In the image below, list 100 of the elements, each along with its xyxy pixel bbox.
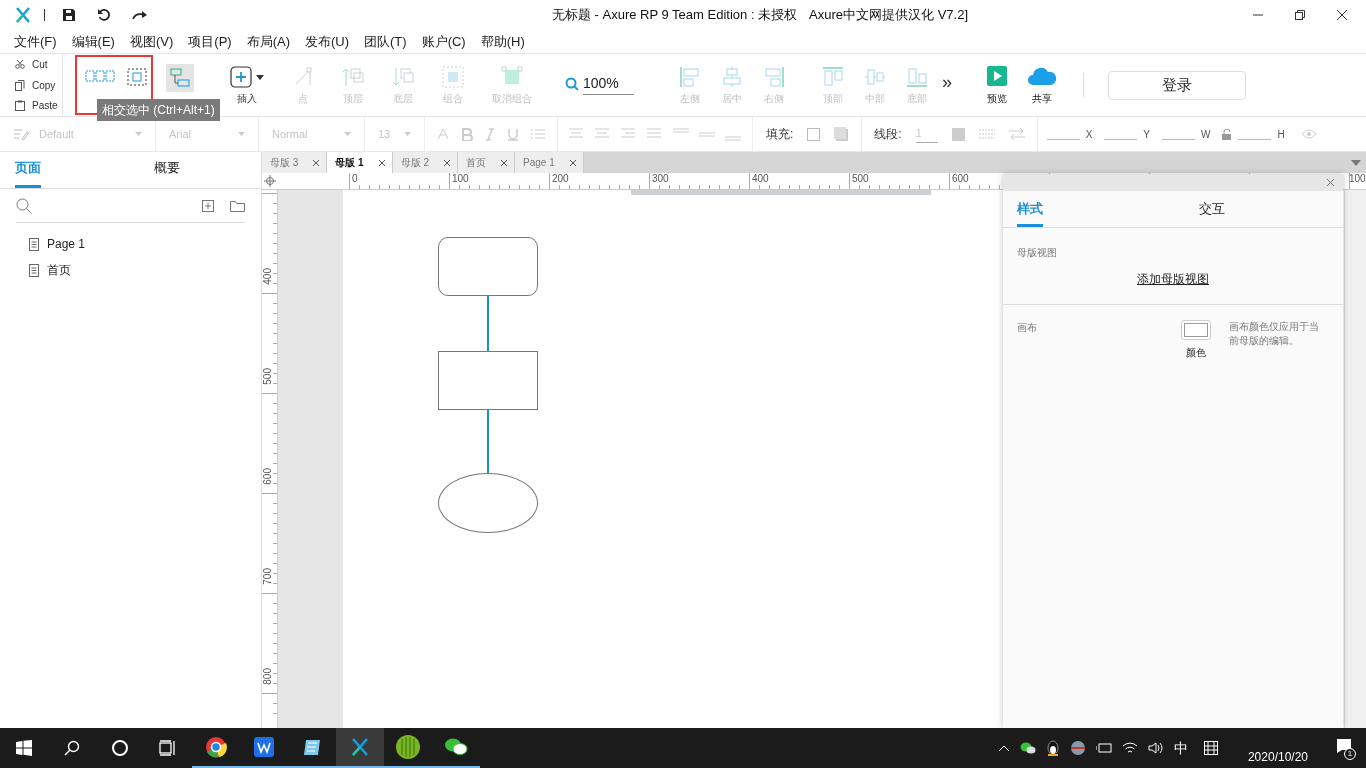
- globe-icon[interactable]: [1069, 740, 1086, 756]
- ruler-label: 400: [263, 268, 273, 285]
- battery-icon[interactable]: [1095, 742, 1112, 754]
- restore-icon[interactable]: [1294, 9, 1306, 21]
- document-tab[interactable]: Page 1: [515, 152, 584, 173]
- document-tab[interactable]: 母版 2: [392, 152, 459, 173]
- close-tab-icon[interactable]: [443, 158, 452, 167]
- back-icon: [392, 66, 414, 88]
- menu-item[interactable]: 帮助(H): [480, 31, 525, 52]
- align-middle-icon: [864, 66, 886, 88]
- notification-count: 1: [1344, 748, 1356, 760]
- fill-color-icon[interactable]: [807, 127, 821, 141]
- connector-tool-icon[interactable]: [166, 64, 194, 92]
- menu-item[interactable]: 团队(T): [364, 31, 407, 52]
- caret-icon: [404, 132, 411, 136]
- speaker-icon[interactable]: [1147, 741, 1164, 755]
- cut-button[interactable]: Cut: [0, 54, 62, 75]
- menu-item[interactable]: 文件(F): [14, 31, 57, 52]
- add-page-icon[interactable]: [202, 199, 214, 212]
- section-label: 画布: [1017, 321, 1038, 335]
- stroke-color-icon[interactable]: [951, 127, 965, 141]
- browser-icon: [205, 736, 227, 758]
- canvas-color-swatch[interactable]: [1180, 320, 1211, 340]
- input-method-indicator[interactable]: 中: [1173, 737, 1188, 759]
- rectangle-shape[interactable]: [438, 351, 538, 410]
- align-right-icon: [763, 66, 785, 88]
- preview-button[interactable]: 预览: [987, 66, 1007, 106]
- striped-ball-app-icon: [396, 735, 420, 759]
- align-top-icon: [822, 66, 844, 88]
- page-item[interactable]: Page 1: [0, 231, 261, 257]
- share-button[interactable]: 共享: [1027, 66, 1057, 106]
- intersect-select-icon[interactable]: [127, 68, 147, 86]
- search-icon[interactable]: [16, 197, 32, 214]
- caret-icon: [135, 132, 142, 136]
- ruler-label: 800: [263, 668, 273, 685]
- redo-icon[interactable]: [132, 9, 148, 21]
- preview-icon: [987, 66, 1007, 86]
- paste-icon: [15, 100, 25, 112]
- panel-tab[interactable]: 概要: [154, 152, 180, 188]
- coordinate-label: W: [1201, 127, 1211, 142]
- stroke-label: 线段:: [874, 126, 902, 143]
- ruler-label: 700: [263, 568, 273, 585]
- zoom-dropdown[interactable]: 100%: [583, 73, 634, 95]
- copy-button[interactable]: Copy: [0, 74, 62, 96]
- close-tab-icon[interactable]: [568, 158, 577, 167]
- keyboard-layout-icon[interactable]: [1203, 741, 1218, 755]
- page-item[interactable]: 首页: [0, 257, 261, 283]
- font-color-icon[interactable]: [437, 128, 449, 140]
- menu-item[interactable]: 账户(C): [421, 31, 466, 52]
- insert-icon: [230, 66, 252, 88]
- more-tools-button[interactable]: »: [942, 73, 952, 91]
- caret-icon: [238, 132, 245, 136]
- app-logo-icon: [15, 7, 31, 23]
- panel-tab[interactable]: 交互: [1199, 191, 1225, 227]
- ruler-origin-icon: [264, 175, 276, 187]
- menu-item[interactable]: 项目(P): [188, 31, 232, 52]
- document-tab[interactable]: 首页: [458, 152, 516, 173]
- caret-icon: [256, 74, 264, 80]
- chevron-up-icon[interactable]: [997, 744, 1010, 752]
- document-tab[interactable]: 母版 3: [262, 152, 328, 173]
- ruler-label: 200: [552, 174, 569, 184]
- notification-button[interactable]: 1: [1336, 738, 1356, 758]
- login-button[interactable]: 登录: [1108, 71, 1246, 100]
- circle-icon: [111, 739, 129, 757]
- ruler-label: 300: [652, 174, 669, 184]
- close-tab-icon[interactable]: [312, 158, 321, 167]
- front-icon: [342, 66, 364, 88]
- close-tab-icon[interactable]: [500, 158, 509, 167]
- taskbar-date[interactable]: 2020/10/20: [1247, 748, 1308, 766]
- add-master-view-link[interactable]: 添加母版视图: [1137, 270, 1209, 288]
- menu-item[interactable]: 发布(U): [305, 31, 350, 52]
- add-folder-icon[interactable]: [230, 199, 245, 212]
- cut-icon: [15, 59, 25, 70]
- lock-icon[interactable]: [1222, 128, 1233, 140]
- tooltip: 相交选中 (Ctrl+Alt+1): [97, 99, 220, 121]
- close-icon[interactable]: [1336, 9, 1348, 21]
- menu-item[interactable]: 布局(A): [246, 31, 290, 52]
- copy-icon: [15, 79, 25, 91]
- office-app-icon: [254, 737, 274, 757]
- document-tab[interactable]: 母版 1: [327, 152, 393, 173]
- task-view-icon: [159, 740, 177, 756]
- menu-item[interactable]: 编辑(E): [71, 31, 115, 52]
- section-label: 母版视图: [1017, 246, 1058, 260]
- penguin-icon[interactable]: [1045, 740, 1060, 756]
- style-edit-icon: [13, 127, 29, 141]
- toolbar-button[interactable]: 插入: [230, 66, 264, 106]
- paste-button[interactable]: Paste: [0, 95, 62, 116]
- panel-tab[interactable]: 页面: [15, 152, 41, 188]
- chat-tray-icon[interactable]: [1019, 741, 1036, 755]
- coordinate-label: H: [1277, 127, 1285, 142]
- save-icon[interactable]: [62, 8, 76, 22]
- ruler-label: 500: [263, 368, 273, 385]
- ruler-label: 100: [1349, 174, 1366, 184]
- page-icon: [29, 237, 39, 251]
- rounded-rectangle-shape[interactable]: [438, 237, 538, 296]
- wifi-icon[interactable]: [1121, 741, 1138, 755]
- menu-item[interactable]: 视图(V): [129, 31, 174, 52]
- close-tab-icon[interactable]: [377, 158, 386, 167]
- caret-icon: [344, 132, 351, 136]
- undo-icon[interactable]: [97, 8, 111, 22]
